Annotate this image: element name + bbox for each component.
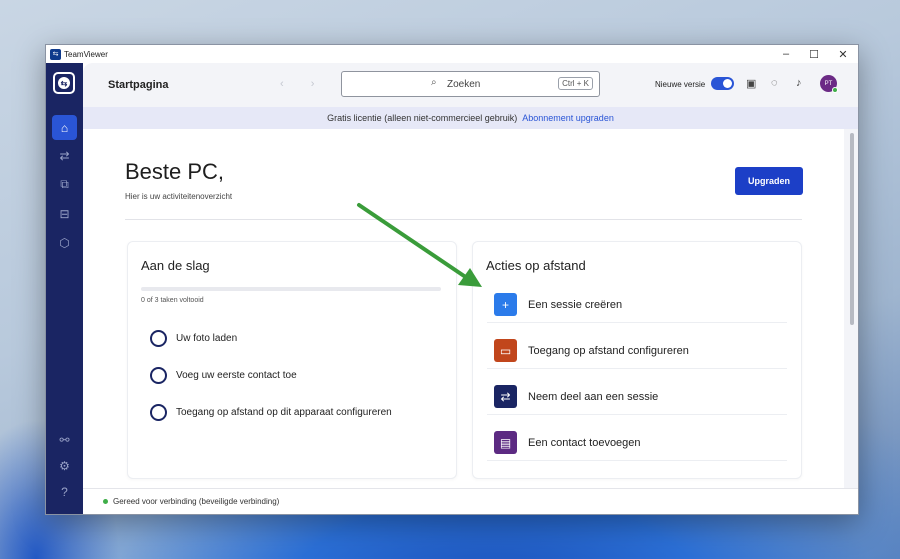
swap-arrows-icon: ⇄: [494, 385, 517, 408]
minimize-icon[interactable]: –: [772, 45, 800, 63]
header: Startpagina ‹ › ⌕ Zoeken Ctrl + K Nieuwe…: [83, 63, 858, 107]
license-banner: Gratis licentie (alleen niet-commercieel…: [83, 107, 858, 129]
new-version-toggle[interactable]: [711, 77, 734, 90]
remote-actions-card: Acties op afstand + Een sessie creëren ▭…: [472, 241, 802, 479]
online-status-dot: [832, 87, 838, 93]
configure-remote-access-action[interactable]: ▭ Toegang op afstand configureren: [487, 333, 787, 369]
remote-actions-title: Acties op afstand: [486, 258, 586, 273]
integrations-icon[interactable]: ⚯: [52, 427, 77, 452]
getting-started-card: Aan de slag 0 of 3 taken voltooid Uw fot…: [127, 241, 457, 479]
search-placeholder: Zoeken: [447, 79, 481, 90]
new-version-label: Nieuwe versie: [655, 80, 706, 89]
app-window: ⇆ TeamViewer – ☐ ✕ ⇆ ⌂ ⇄ ⧉ ⊟ ⬡ ⚯ ⚙ ? Sta…: [45, 44, 859, 515]
status-dot: [103, 499, 108, 504]
search-icon: ⌕: [431, 77, 437, 88]
action-label: Een sessie creëren: [528, 298, 623, 311]
bell-icon[interactable]: ♪: [796, 77, 802, 89]
task-checkbox[interactable]: [150, 404, 167, 421]
progress-text: 0 of 3 taken voltooid: [141, 297, 204, 304]
devices-icon[interactable]: ⧉: [52, 172, 77, 197]
task-label: Toegang op afstand op dit apparaat confi…: [176, 407, 392, 418]
task-checkbox[interactable]: [150, 367, 167, 384]
teamviewer-logo-icon: ⇆: [50, 48, 61, 60]
nav-arrows[interactable]: ‹ ›: [280, 78, 326, 90]
main-area: Startpagina ‹ › ⌕ Zoeken Ctrl + K Nieuwe…: [83, 63, 858, 514]
settings-icon[interactable]: ⚙: [52, 453, 77, 478]
monitor-gear-icon: ▭: [494, 339, 517, 362]
task-item[interactable]: Uw foto laden: [150, 330, 237, 347]
window-title: TeamViewer: [64, 49, 108, 59]
sessions-icon[interactable]: ⊟: [52, 201, 77, 226]
getting-started-title: Aan de slag: [141, 258, 210, 273]
content-area: Beste PC, Hier is uw activiteitenoverzic…: [83, 129, 844, 488]
close-icon[interactable]: ✕: [829, 45, 857, 63]
join-session-action[interactable]: ⇄ Neem deel aan een sessie: [487, 379, 787, 415]
task-checkbox[interactable]: [150, 330, 167, 347]
action-label: Toegang op afstand configureren: [528, 344, 689, 357]
progress-bar: [141, 287, 441, 291]
scrollbar[interactable]: [850, 133, 854, 325]
task-label: Voeg uw eerste contact toe: [176, 370, 297, 381]
upgrade-button[interactable]: Upgraden: [735, 167, 803, 195]
remote-connect-icon[interactable]: ⇄: [52, 143, 77, 168]
contact-card-icon: ▤: [494, 431, 517, 454]
app-logo-icon: ⇆: [53, 72, 75, 94]
title-bar: ⇆ TeamViewer – ☐ ✕: [46, 45, 858, 63]
maximize-icon[interactable]: ☐: [800, 45, 828, 63]
home-icon[interactable]: ⌂: [52, 115, 77, 140]
action-label: Neem deel aan een sessie: [528, 390, 659, 403]
search-shortcut: Ctrl + K: [558, 77, 593, 90]
status-bar: Gereed voor verbinding (beveiligde verbi…: [83, 488, 858, 514]
add-contact-action[interactable]: ▤ Een contact toevoegen: [487, 425, 787, 461]
chat-icon[interactable]: ◌: [771, 77, 778, 89]
create-session-action[interactable]: + Een sessie creëren: [487, 287, 787, 323]
plus-icon: +: [494, 293, 517, 316]
search-input[interactable]: ⌕ Zoeken Ctrl + K: [341, 71, 600, 97]
task-item[interactable]: Toegang op afstand op dit apparaat confi…: [150, 404, 392, 421]
activity-subtitle: Hier is uw activiteitenoverzicht: [125, 192, 233, 201]
sidebar: ⇆ ⌂ ⇄ ⧉ ⊟ ⬡ ⚯ ⚙ ?: [46, 63, 83, 514]
page-title: Startpagina: [108, 79, 169, 91]
greeting: Beste PC,: [125, 159, 225, 184]
license-text: Gratis licentie (alleen niet-commercieel…: [327, 113, 518, 123]
security-icon[interactable]: ⬡: [52, 230, 77, 255]
task-label: Uw foto laden: [176, 333, 238, 344]
task-item[interactable]: Voeg uw eerste contact toe: [150, 367, 297, 384]
upgrade-subscription-link[interactable]: Abonnement upgraden: [522, 113, 614, 123]
status-text: Gereed voor verbinding (beveiligde verbi…: [113, 497, 280, 506]
help-icon[interactable]: ?: [52, 479, 77, 504]
action-label: Een contact toevoegen: [528, 436, 641, 449]
contacts-icon[interactable]: ▣: [746, 77, 756, 90]
divider: [125, 219, 802, 220]
